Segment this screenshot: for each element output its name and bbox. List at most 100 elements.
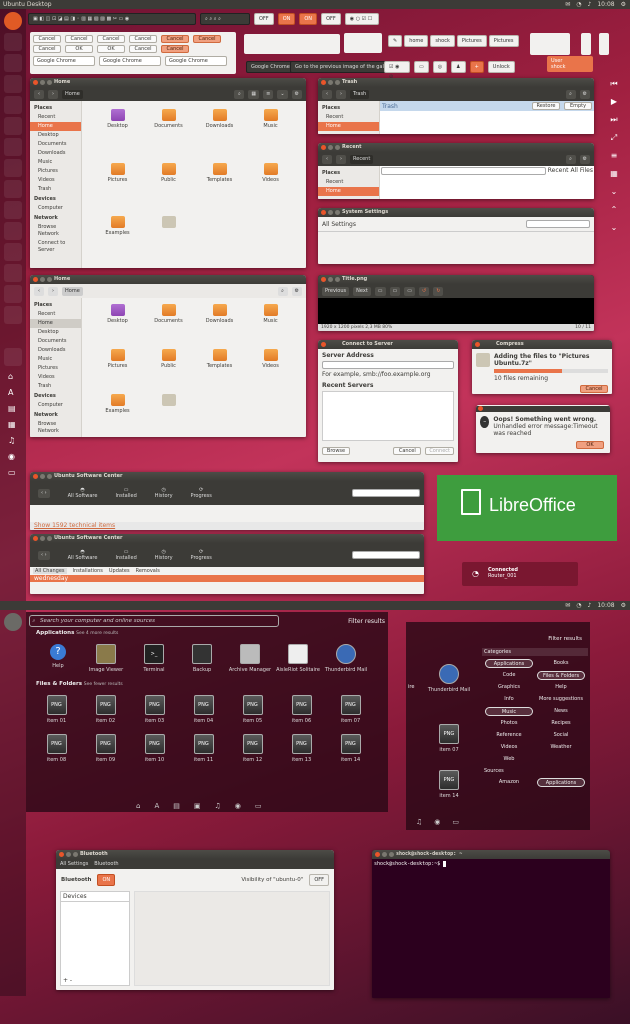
category-weather[interactable]: Weather	[537, 743, 585, 752]
previous-icon[interactable]: ⏮	[609, 79, 619, 89]
cancel-button[interactable]: Cancel	[580, 385, 608, 393]
progress-tab[interactable]: ⟳ Progress	[191, 487, 212, 499]
sidebar-item-videos[interactable]: Videos	[30, 176, 81, 185]
file-result[interactable]: PNG item 04	[179, 695, 228, 724]
file-result[interactable]: PNG item 07	[434, 724, 464, 753]
history-day-row[interactable]: wednesday	[30, 575, 424, 582]
app-image-viewer[interactable]: Image Viewer	[84, 644, 128, 673]
path-home[interactable]: home	[404, 35, 429, 47]
maximize-icon[interactable]	[47, 536, 52, 541]
window-titlebar[interactable]: Recent	[318, 143, 594, 152]
app-select[interactable]: Google Chrome	[165, 56, 227, 66]
gear-icon[interactable]: ⚙	[579, 154, 590, 164]
launcher-item[interactable]	[4, 117, 22, 135]
window-titlebar[interactable]: Title.png	[318, 275, 594, 284]
file-item[interactable]	[143, 216, 194, 260]
eye-icon[interactable]: ◎	[432, 61, 448, 73]
file-item[interactable]: Pictures	[92, 162, 143, 207]
back-button[interactable]: ‹	[34, 89, 44, 99]
zoom-icon[interactable]: ▭	[389, 286, 401, 296]
network-icon[interactable]: ◔	[576, 601, 581, 610]
back-button[interactable]: ‹ ›	[38, 488, 50, 498]
window-titlebar[interactable]: Connect to Server	[318, 340, 458, 349]
launcher-item[interactable]	[4, 96, 22, 114]
back-button[interactable]: ‹ ›	[38, 550, 50, 560]
sidebar-item-connect[interactable]: Connect to Server	[30, 239, 81, 255]
gear-icon[interactable]: ⚙	[621, 0, 626, 9]
vertical-slider[interactable]	[581, 33, 591, 55]
restore-button[interactable]: Restore	[532, 102, 560, 110]
sidebar-item-computer[interactable]: Computer	[30, 204, 81, 213]
category-music[interactable]: Music	[485, 707, 533, 716]
files-lens-icon[interactable]: ▤	[173, 802, 180, 810]
zoom-icon[interactable]: ▭	[374, 286, 386, 296]
categories-heading[interactable]: Categories	[482, 648, 588, 656]
sidebar-item-home[interactable]: Home	[30, 122, 81, 131]
maximize-icon[interactable]	[389, 852, 394, 857]
breadcrumb-home[interactable]: Home	[62, 89, 83, 99]
ok-button[interactable]: OK	[576, 441, 604, 449]
sidebar-item-documents[interactable]: Documents	[30, 337, 81, 346]
forward-button[interactable]: ›	[336, 89, 346, 99]
category-applications[interactable]: Applications	[485, 659, 533, 668]
add-remove-device[interactable]: + -	[63, 977, 72, 984]
sources-heading[interactable]: Sources	[482, 767, 588, 775]
window-titlebar[interactable]: Home	[30, 275, 306, 284]
sidebar-item-desktop[interactable]: Desktop	[30, 131, 81, 140]
minimize-icon[interactable]	[328, 277, 333, 282]
arrow-buttons[interactable]	[530, 33, 570, 55]
maximize-icon[interactable]	[335, 277, 340, 282]
chevron-down-icon[interactable]: ⌄	[609, 223, 619, 233]
category-files[interactable]: Files & Folders	[537, 671, 585, 680]
file-result[interactable]: PNG item 09	[81, 734, 130, 763]
maximize-icon[interactable]	[335, 80, 340, 85]
category-web[interactable]: Web	[485, 755, 533, 764]
category-reference[interactable]: Reference	[485, 731, 533, 740]
rotate-left-icon[interactable]: ↺	[419, 286, 430, 296]
app-help[interactable]: ? Help	[36, 644, 80, 673]
dash-home-button[interactable]	[4, 613, 22, 631]
clock[interactable]: 10:08	[597, 601, 614, 610]
chevron-up-icon[interactable]: ⌃	[609, 205, 619, 215]
file-item[interactable]: Desktop	[92, 304, 143, 339]
cancel-button[interactable]: Cancel	[97, 35, 125, 43]
sidebar-item-browse-network[interactable]: Browse Network	[30, 223, 81, 239]
see-more-link[interactable]: See 4 more results	[76, 631, 118, 636]
launcher-item[interactable]	[4, 222, 22, 240]
sidebar-item-recent[interactable]: Recent	[30, 310, 81, 319]
category-graphics[interactable]: Graphics	[485, 683, 533, 692]
sidebar-item-computer[interactable]: Computer	[30, 401, 81, 410]
app-select[interactable]: Google Chrome	[99, 56, 161, 66]
launcher-item[interactable]	[4, 264, 22, 282]
sidebar-item-home[interactable]: Home	[318, 187, 379, 196]
forward-button[interactable]: ›	[336, 154, 346, 164]
edit-icon[interactable]: ✎	[388, 35, 403, 47]
fullscreen-icon[interactable]: ⤢	[609, 133, 619, 143]
breadcrumb-trash[interactable]: Trash	[350, 89, 370, 99]
close-icon[interactable]	[321, 277, 326, 282]
sidebar-item-connect[interactable]: Connect to Server	[30, 436, 81, 437]
launcher-item[interactable]	[4, 159, 22, 177]
back-button[interactable]: ‹	[34, 286, 44, 296]
previous-button[interactable]: Previous	[322, 286, 350, 296]
close-icon[interactable]	[33, 80, 38, 85]
music-lens-icon[interactable]: ♫	[215, 802, 221, 810]
mail-icon[interactable]: ✉	[565, 601, 570, 610]
cancel-button[interactable]: Cancel	[33, 35, 61, 43]
switch-on[interactable]: ON	[277, 13, 296, 25]
file-item[interactable]: Downloads	[194, 304, 245, 339]
file-result[interactable]: PNG item 01	[32, 695, 81, 724]
browse-button[interactable]: Browse	[322, 447, 350, 455]
radio-checks[interactable]: ◉ ○ ☑ ☐	[344, 13, 379, 25]
bluetooth-switch[interactable]: ON	[97, 874, 116, 886]
file-item[interactable]: Public	[143, 349, 194, 384]
network-icon[interactable]: ▭	[414, 61, 429, 73]
category-social[interactable]: Social	[537, 731, 585, 740]
window-titlebar[interactable]: Ubuntu Software Center	[30, 472, 424, 481]
file-result[interactable]: PNG item 05	[228, 695, 277, 724]
file-result[interactable]: PNG item 14	[434, 770, 464, 799]
maximize-icon[interactable]	[47, 474, 52, 479]
file-result[interactable]: PNG item 07	[326, 695, 375, 724]
file-item[interactable]: Documents	[143, 109, 194, 153]
cancel-button[interactable]: Cancel	[129, 35, 157, 43]
